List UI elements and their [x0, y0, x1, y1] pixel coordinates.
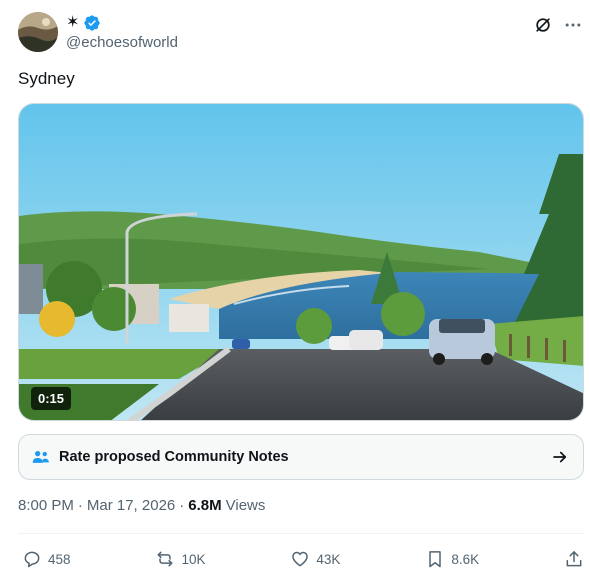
header-actions — [532, 14, 584, 36]
reply-button[interactable]: 458 — [22, 549, 71, 569]
tweet-header: ✶ @echoesofworld — [18, 12, 584, 56]
avatar[interactable] — [18, 12, 58, 52]
meta-separator: · — [77, 497, 83, 514]
reply-count: 458 — [48, 551, 71, 567]
tweet-meta: 8:00 PM · Mar 17, 2026 · 6.8M Views — [18, 497, 265, 514]
author-display-name[interactable]: ✶ — [66, 13, 79, 33]
views-label: Views — [225, 497, 266, 514]
bookmark-icon — [429, 551, 442, 568]
repost-count: 10K — [181, 551, 206, 567]
bookmark-button[interactable]: 8.6K — [425, 549, 479, 569]
video-thumbnail — [19, 104, 583, 420]
share-icon — [566, 551, 582, 567]
people-icon — [31, 447, 51, 467]
verified-badge-icon[interactable] — [83, 14, 101, 32]
heart-icon — [292, 551, 309, 567]
arrow-right-icon — [551, 448, 569, 466]
tweet-actions: 458 10K 43K 8.6K — [22, 547, 584, 571]
tweet-text: Sydney — [18, 69, 75, 88]
divider — [18, 533, 584, 534]
bookmark-count: 8.6K — [451, 551, 480, 567]
video-player[interactable]: 0:15 — [18, 103, 584, 421]
like-count: 43K — [316, 551, 341, 567]
repost-button[interactable]: 10K — [155, 549, 205, 569]
grok-icon[interactable] — [532, 14, 554, 36]
repost-icon — [158, 551, 173, 567]
community-notes-button[interactable]: Rate proposed Community Notes — [18, 434, 584, 480]
community-notes-label: Rate proposed Community Notes — [59, 449, 289, 465]
author-handle[interactable]: @echoesofworld — [66, 34, 178, 51]
like-button[interactable]: 43K — [290, 549, 340, 569]
tweet-date[interactable]: Mar 17, 2026 — [87, 497, 175, 514]
share-button[interactable] — [564, 549, 584, 569]
reply-icon — [24, 551, 40, 568]
meta-separator: · — [179, 497, 185, 514]
video-duration-badge: 0:15 — [31, 387, 72, 410]
tweet-time[interactable]: 8:00 PM — [18, 497, 74, 514]
more-options-icon[interactable] — [562, 14, 584, 36]
author-name-row: ✶ — [66, 13, 101, 33]
views-count: 6.8M — [188, 497, 222, 514]
